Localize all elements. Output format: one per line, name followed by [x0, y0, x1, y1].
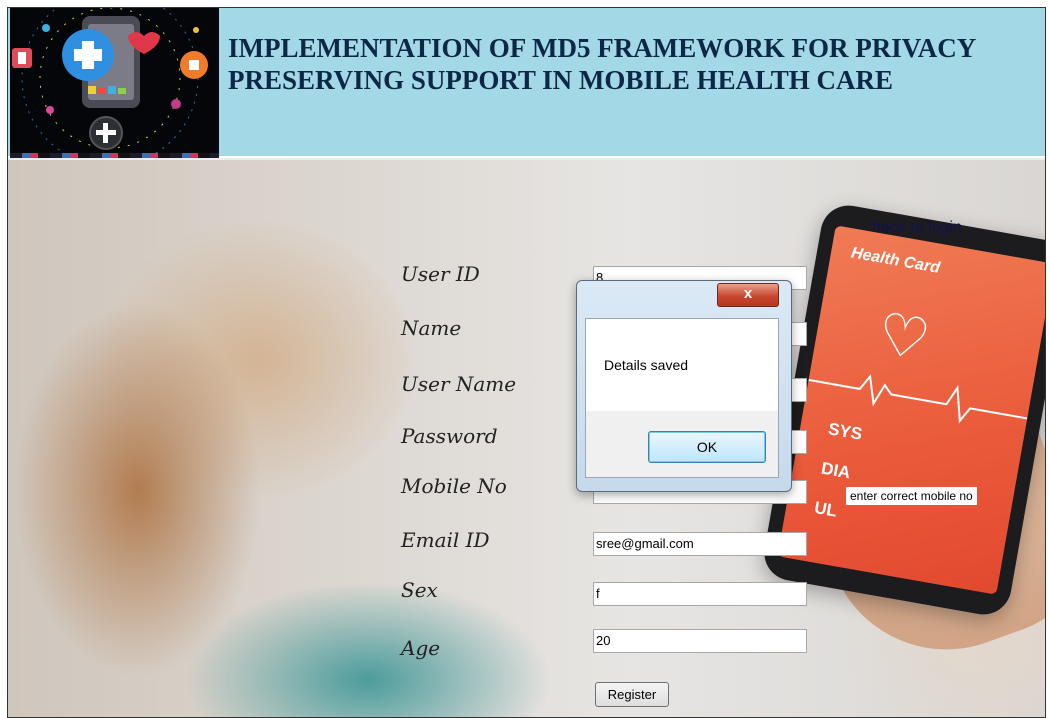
- phone-pul-label: UL: [812, 498, 839, 521]
- age-input[interactable]: 20: [593, 629, 807, 653]
- background-phone-image: Health Card ♡ SYS DIA UL: [759, 201, 1045, 619]
- dialog-close-button[interactable]: x: [717, 283, 779, 307]
- sex-input[interactable]: f: [593, 582, 807, 606]
- header-banner: IMPLEMENTATION OF MD5 FRAMEWORK FOR PRIV…: [8, 8, 1045, 158]
- label-sex: Sex: [401, 578, 438, 602]
- dialog-message: Details saved: [604, 357, 689, 373]
- phone-screen: Health Card ♡ SYS DIA UL: [777, 225, 1045, 595]
- page-title-line-2: PRESERVING SUPPORT IN MOBILE HEALTH CARE: [228, 65, 893, 95]
- register-button[interactable]: Register: [595, 682, 669, 707]
- health-app-logo: [10, 8, 219, 156]
- dialog-footer: OK: [586, 411, 778, 477]
- label-name: Name: [401, 316, 462, 340]
- label-password: Password: [401, 424, 498, 448]
- phone-screen-title: Health Card: [849, 244, 942, 277]
- label-age: Age: [401, 636, 441, 660]
- page-title-line-1: IMPLEMENTATION OF MD5 FRAMEWORK FOR PRIV…: [228, 33, 977, 63]
- logo-illustration: [12, 8, 208, 156]
- dialog-body: Details saved OK: [585, 318, 779, 478]
- back-to-login-link[interactable]: back to login: [872, 219, 962, 237]
- email-id-input[interactable]: sree@gmail.com: [593, 532, 807, 556]
- page-title: IMPLEMENTATION OF MD5 FRAMEWORK FOR PRIV…: [228, 32, 1043, 96]
- phone-dia-label: DIA: [819, 458, 852, 483]
- registration-panel: Health Card ♡ SYS DIA UL back to login U…: [8, 160, 1045, 717]
- label-user-name: User Name: [401, 372, 517, 396]
- label-mobile-no: Mobile No: [401, 474, 507, 498]
- heart-icon: ♡: [872, 300, 935, 374]
- app-window: IMPLEMENTATION OF MD5 FRAMEWORK FOR PRIV…: [7, 7, 1046, 718]
- dialog-ok-button[interactable]: OK: [648, 431, 766, 463]
- label-user-id: User ID: [401, 262, 480, 286]
- label-email-id: Email ID: [401, 528, 490, 552]
- phone-sys-label: SYS: [826, 419, 864, 444]
- message-dialog: x Details saved OK: [576, 280, 792, 492]
- mobile-validation-message: enter correct mobile no: [846, 487, 977, 505]
